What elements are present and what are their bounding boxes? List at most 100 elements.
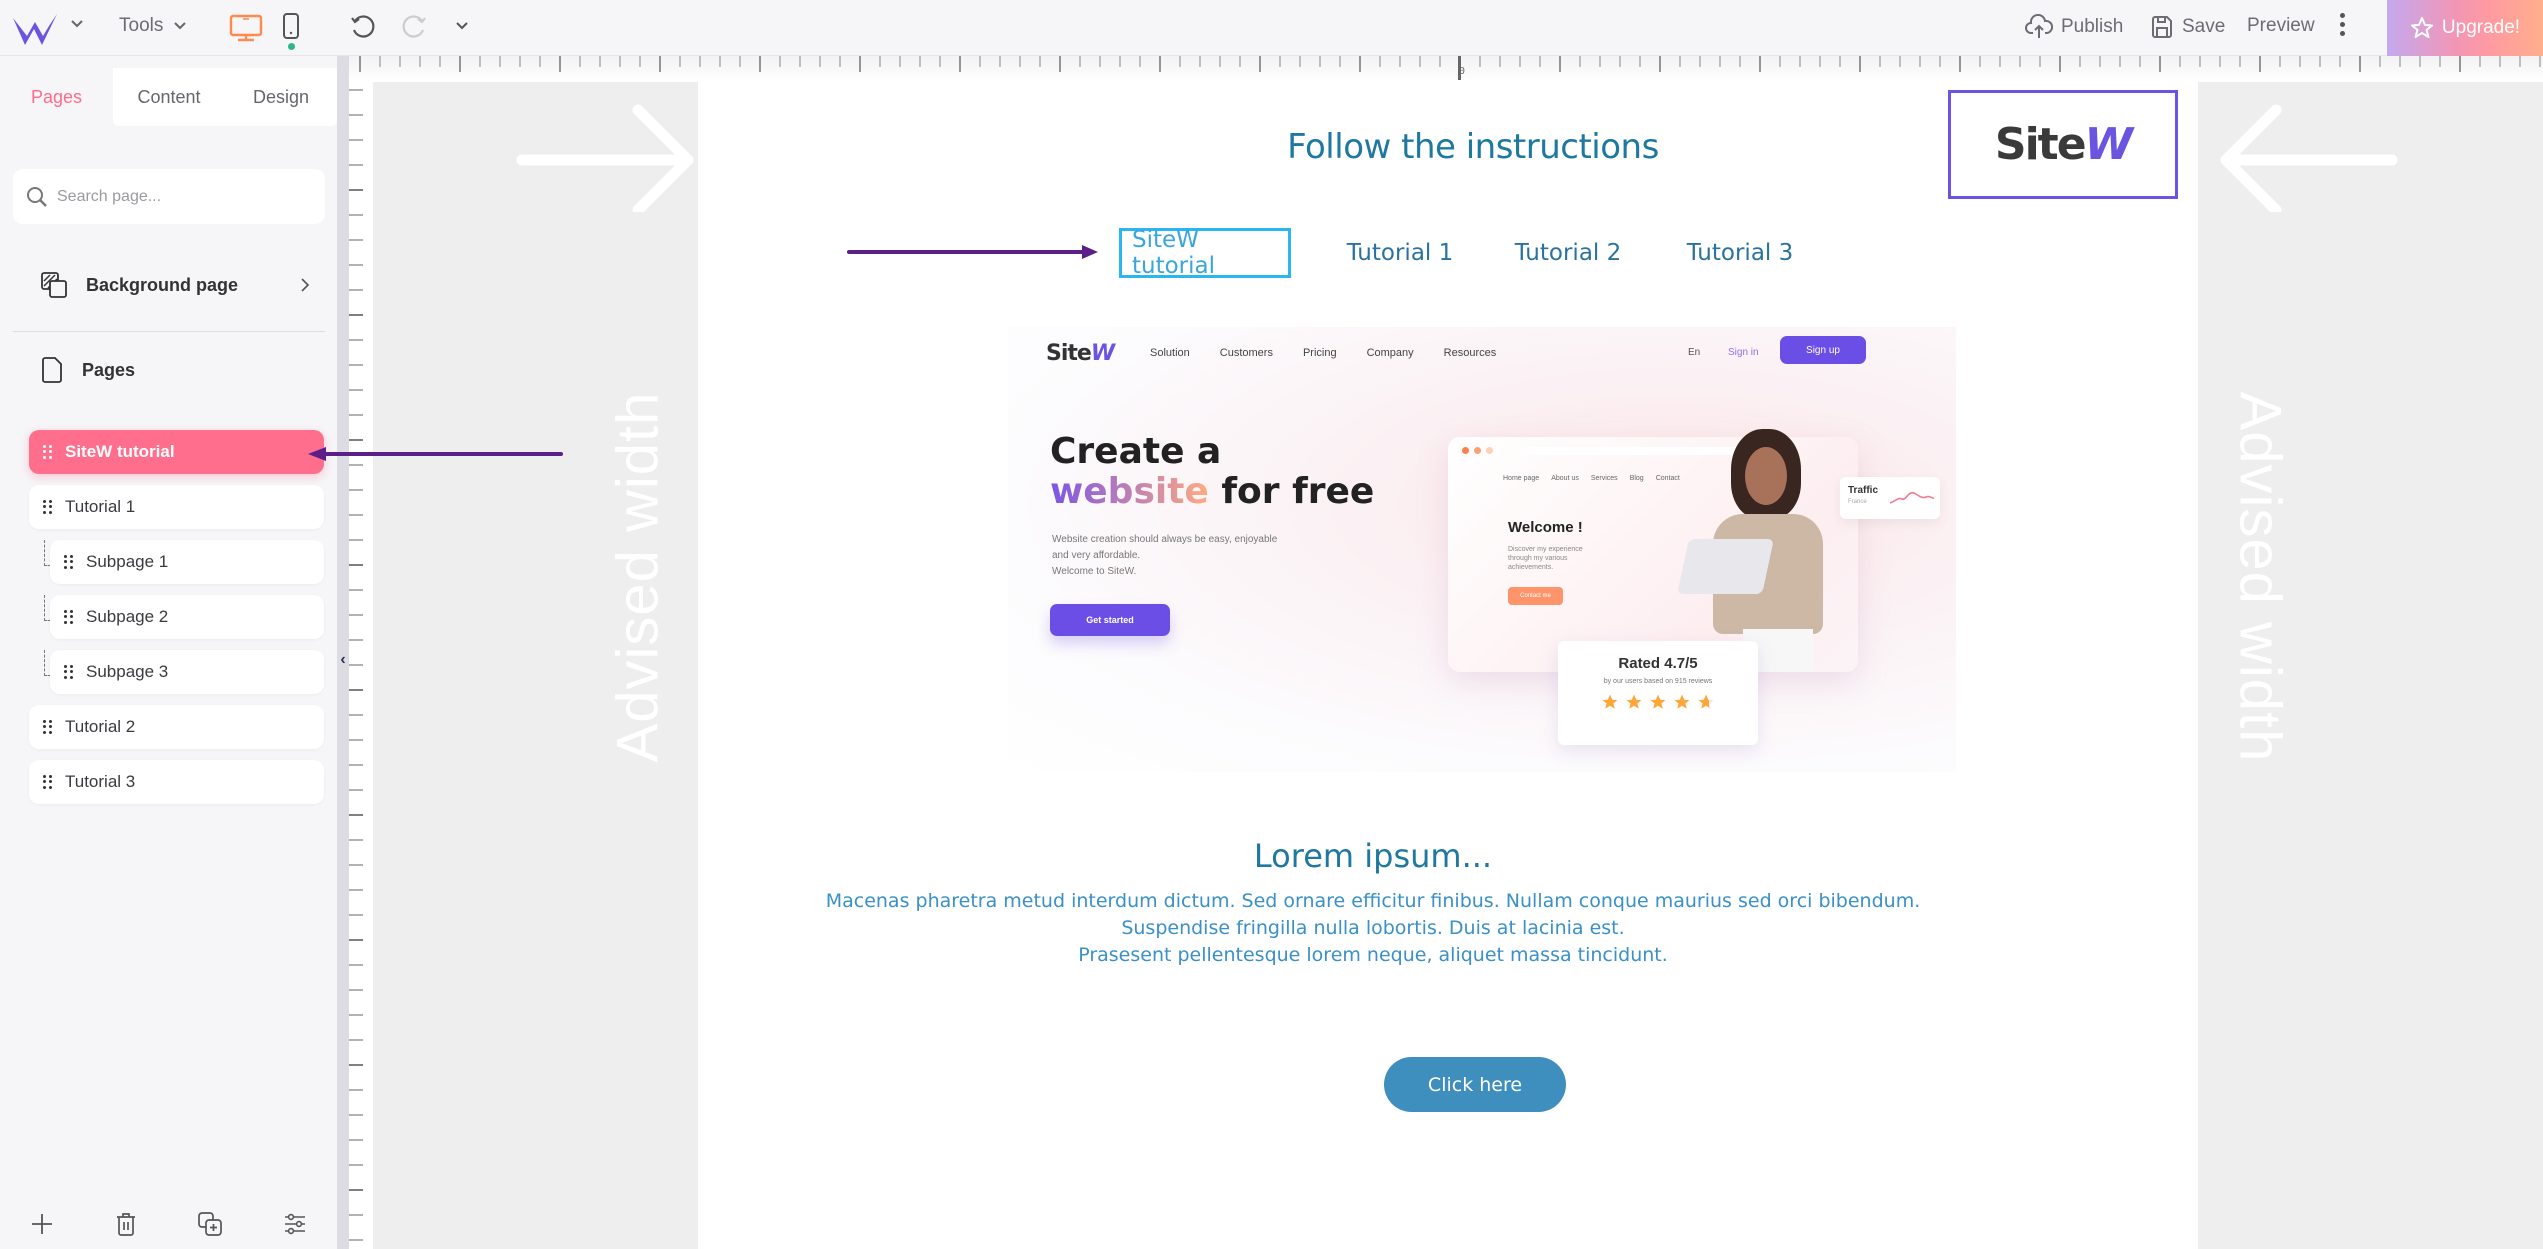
- undo-button[interactable]: [349, 13, 377, 41]
- hero-get-started-button: Get started: [1050, 604, 1170, 636]
- mock-menu-item: Services: [1590, 475, 1618, 482]
- rating-stars: [1558, 693, 1758, 711]
- right-advised-width-zone: Advised width: [2198, 82, 2543, 1249]
- star-icon: [1602, 694, 1618, 709]
- redo-button[interactable]: [400, 13, 428, 41]
- save-button[interactable]: Save: [2150, 14, 2225, 40]
- pages-section-header: Pages: [40, 356, 135, 384]
- add-page-button[interactable]: [22, 1204, 62, 1244]
- nav-link-tutorial-1[interactable]: Tutorial 1: [1325, 228, 1475, 278]
- more-options-button[interactable]: [2340, 13, 2345, 36]
- hero-menu-item: Resources: [1443, 347, 1497, 359]
- hero-rating-card: Rated 4.7/5 by our users based on 915 re…: [1558, 641, 1758, 745]
- hero-subtext-line: Website creation should always be easy, …: [1052, 534, 1278, 545]
- mock-contact-button: Contact me: [1508, 587, 1563, 605]
- rating-subtitle: by our users based on 915 reviews: [1603, 678, 1713, 685]
- tab-design[interactable]: Design: [225, 68, 337, 126]
- section-body[interactable]: Macenas pharetra metud interdum dictum. …: [273, 888, 2473, 969]
- hero-image[interactable]: SiteW Solution Customers Pricing Company…: [1008, 327, 1956, 772]
- annotation-arrow-right-icon: [847, 245, 1098, 259]
- browser-dots: [1462, 447, 1493, 454]
- hero-traffic-card: Traffic France: [1840, 477, 1940, 519]
- page-item-subpage-3[interactable]: Subpage 3: [50, 650, 324, 694]
- tools-menu[interactable]: Tools: [119, 15, 187, 37]
- tab-pages[interactable]: Pages: [0, 68, 113, 126]
- tools-label: Tools: [119, 15, 164, 36]
- vertical-ruler: [349, 82, 373, 1249]
- annotation-arrow-left-icon: [308, 447, 563, 461]
- search-page-field[interactable]: [13, 169, 325, 224]
- collapse-sidebar-chevron-icon[interactable]: ‹: [337, 650, 349, 670]
- pages-section-label: Pages: [82, 359, 136, 380]
- undo-icon: [351, 15, 375, 38]
- logo-chevron-down-icon[interactable]: [70, 19, 84, 29]
- hero-menu-item: Customers: [1219, 347, 1273, 359]
- chevron-right-icon: [301, 278, 310, 292]
- traffic-subtitle: France: [1848, 499, 1867, 505]
- background-page-label: Background page: [86, 274, 239, 295]
- mock-menu-item: About us: [1551, 475, 1579, 482]
- ruler-origin-label: 0: [1459, 66, 1466, 77]
- advised-width-label-left: Advised width: [605, 391, 671, 763]
- page-settings-button[interactable]: [275, 1204, 315, 1244]
- sidebar-tabs: Pages Content Design: [0, 68, 337, 126]
- drag-handle-icon[interactable]: [43, 775, 53, 789]
- trash-icon: [117, 1213, 135, 1236]
- page-item-subpage-2[interactable]: Subpage 2: [50, 595, 324, 639]
- hero-menu-item: Solution: [1150, 347, 1190, 359]
- drag-handle-icon[interactable]: [43, 445, 53, 459]
- page-item-tutorial-3[interactable]: Tutorial 3: [29, 760, 324, 804]
- traffic-title: Traffic: [1848, 485, 1879, 496]
- preview-label: Preview: [2247, 15, 2315, 36]
- page-item-label: Tutorial 2: [65, 717, 136, 736]
- publish-button[interactable]: Publish: [2025, 14, 2123, 40]
- page-item-sitew-tutorial[interactable]: SiteW tutorial: [29, 430, 324, 474]
- mobile-view-button[interactable]: [282, 12, 300, 50]
- sitew-logo-image[interactable]: SiteW: [1948, 90, 2178, 199]
- editor-canvas: Advised width Advised width Follow the i…: [373, 82, 2543, 1249]
- sitew-logo-icon: [13, 14, 57, 45]
- upgrade-label: Upgrade!: [2441, 17, 2521, 38]
- page-item-tutorial-2[interactable]: Tutorial 2: [29, 705, 324, 749]
- delete-page-button[interactable]: [106, 1204, 146, 1244]
- page-title[interactable]: Follow the instructions: [373, 127, 2543, 167]
- mock-text: Discover my experience through my variou…: [1508, 545, 1583, 572]
- top-toolbar: Tools Publish Save Preview Upgrade!: [0, 0, 2543, 56]
- traffic-sparkline: [1889, 491, 1935, 504]
- nav-link-sitew-tutorial[interactable]: SiteW tutorial: [1119, 227, 1291, 279]
- hero-signin: Sign in: [1728, 347, 1759, 358]
- star-icon: [2410, 17, 2433, 38]
- drag-handle-icon[interactable]: [43, 720, 53, 734]
- kebab-menu-icon: [2340, 13, 2345, 36]
- desktop-view-button[interactable]: [229, 14, 263, 42]
- star-icon: [1626, 694, 1642, 709]
- drag-handle-icon[interactable]: [64, 610, 74, 624]
- upgrade-button[interactable]: Upgrade!: [2387, 0, 2543, 56]
- mock-title: Welcome !: [1508, 519, 1583, 536]
- star-icon: [1674, 694, 1690, 709]
- star-icon: [1650, 694, 1666, 709]
- section-heading[interactable]: Lorem ipsum...: [273, 837, 2473, 875]
- drag-handle-icon[interactable]: [43, 500, 53, 514]
- duplicate-icon: [198, 1212, 222, 1236]
- page-item-label: Tutorial 1: [65, 497, 136, 516]
- page-item-subpage-1[interactable]: Subpage 1: [50, 540, 324, 584]
- sliders-icon: [285, 1213, 305, 1235]
- duplicate-page-button[interactable]: [190, 1204, 230, 1244]
- tab-content[interactable]: Content: [113, 68, 225, 126]
- sitew-logo-menu[interactable]: [12, 12, 58, 46]
- drag-handle-icon[interactable]: [64, 665, 74, 679]
- drag-handle-icon[interactable]: [64, 555, 74, 569]
- preview-button[interactable]: Preview: [2247, 15, 2315, 37]
- click-here-button[interactable]: Click here: [1384, 1057, 1566, 1112]
- nav-link-tutorial-2[interactable]: Tutorial 2: [1493, 228, 1643, 278]
- hero-headline-line-1: Create a: [1050, 431, 1222, 472]
- background-page-row[interactable]: Background page: [40, 271, 310, 299]
- hero-headline-line-2: for free: [1221, 471, 1375, 512]
- sidebar-divider: [13, 331, 325, 332]
- history-chevron-down-icon[interactable]: [455, 21, 469, 31]
- search-page-input[interactable]: [57, 187, 317, 206]
- nav-link-tutorial-3[interactable]: Tutorial 3: [1665, 228, 1815, 278]
- page-item-tutorial-1[interactable]: Tutorial 1: [29, 485, 324, 529]
- mock-menu-item: Contact: [1655, 475, 1680, 482]
